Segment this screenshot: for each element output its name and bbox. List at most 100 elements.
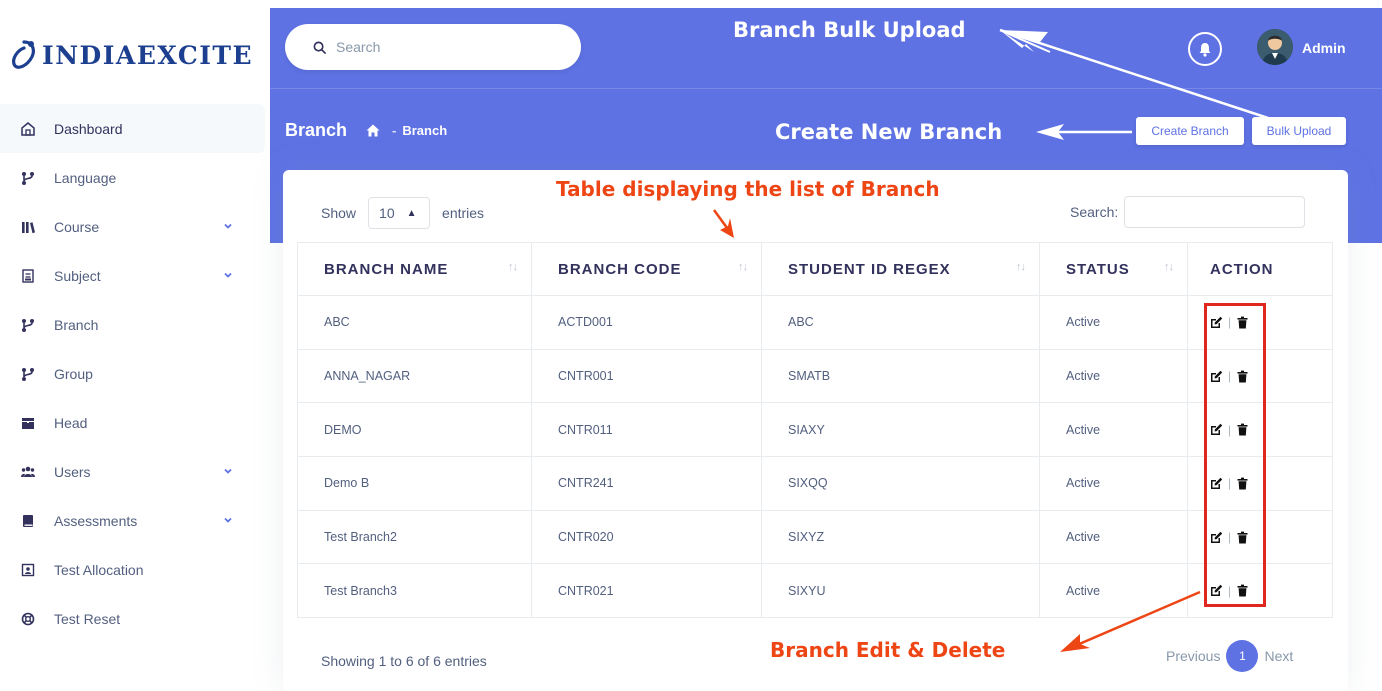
cell-branch-code: CNTR241 [531, 456, 762, 511]
sidebar-item-label: Course [54, 218, 100, 235]
brand-name: INDIAEXCITE [42, 40, 254, 70]
sort-icon: ↑↓ [738, 261, 748, 273]
table-search-input[interactable] [1124, 196, 1306, 228]
sidebar-item-users[interactable]: Users [0, 447, 265, 496]
sidebar-nav: Dashboard Language Course Subject Branch Grou… [0, 104, 265, 643]
search-input[interactable]: Search [285, 24, 581, 70]
cell-student-id-regex: SIXQQ [761, 456, 1040, 511]
table-row: ANNA_NAGAR CNTR001 SMATB Active | [297, 348, 1333, 404]
sidebar-item-label: Assessments [54, 512, 138, 529]
cell-student-id-regex: SIXYZ [761, 509, 1040, 565]
cell-branch-name: Demo B [297, 456, 532, 511]
document-icon [20, 268, 36, 284]
entries-value: 10 [379, 205, 395, 221]
sidebar-item-test-reset[interactable]: Test Reset [0, 594, 265, 643]
cell-status: Active [1039, 295, 1188, 350]
cell-branch-code: CNTR011 [531, 402, 762, 458]
cell-branch-code: CNTR020 [531, 509, 762, 565]
sidebar-item-test-allocation[interactable]: Test Allocation [0, 545, 265, 594]
search-icon [313, 41, 326, 54]
sidebar-item-subject[interactable]: Subject [0, 251, 265, 300]
previous-button[interactable]: Previous [1166, 648, 1220, 664]
cell-branch-name: Test Branch2 [297, 509, 532, 565]
column-header-branch-name[interactable]: BRANCH NAME ↑↓ [297, 242, 532, 296]
cell-student-id-regex: SIXYU [761, 563, 1040, 619]
table-row: Demo B CNTR241 SIXQQ Active | [297, 456, 1333, 511]
chevron-down-icon[interactable] [222, 465, 234, 477]
cell-status: Active [1039, 348, 1188, 404]
notification-button[interactable] [1188, 32, 1222, 66]
books-icon [20, 219, 36, 235]
sidebar-item-label: Head [54, 414, 88, 431]
avatar[interactable] [1257, 29, 1293, 65]
branch-icon [20, 170, 36, 186]
table-row: Test Branch3 CNTR021 SIXYU Active | [297, 563, 1333, 619]
create-branch-button[interactable]: Create Branch [1136, 117, 1244, 145]
sort-icon: ↑↓ [1016, 261, 1026, 273]
entries-select[interactable]: 10 ▲︎ [368, 197, 431, 229]
logo-icon [12, 40, 35, 69]
table-header-row: BRANCH NAME ↑↓ BRANCH CODE ↑↓ STUDENT ID R… [297, 242, 1333, 296]
cell-branch-code: ACTD001 [531, 295, 762, 350]
sidebar-item-assessments[interactable]: Assessments [0, 496, 265, 545]
sidebar-item-group[interactable]: Group [0, 349, 265, 398]
sort-updown-icon: ▲︎ [406, 207, 417, 219]
sidebar-item-label: Language [54, 169, 117, 186]
cell-branch-name: ANNA_NAGAR [297, 348, 532, 404]
annotation-edit-delete: Branch Edit & Delete [770, 638, 1006, 662]
cell-status: Active [1039, 563, 1188, 619]
bulk-upload-button[interactable]: Bulk Upload [1252, 117, 1346, 145]
home-icon[interactable] [366, 124, 380, 137]
page-title: Branch [285, 120, 348, 140]
avatar-image [1257, 29, 1293, 65]
sidebar-item-dashboard[interactable]: Dashboard [0, 104, 265, 153]
cell-branch-code: CNTR021 [531, 563, 762, 619]
contact-icon [20, 562, 36, 578]
chevron-down-icon[interactable] [222, 514, 234, 526]
next-button[interactable]: Next [1264, 648, 1293, 664]
table-row: ABC ACTD001 ABC Active | [297, 295, 1333, 350]
users-icon [20, 464, 36, 480]
home-icon [20, 121, 36, 137]
cell-student-id-regex: ABC [761, 295, 1040, 350]
annotation-create-new: Create New Branch [775, 120, 1003, 144]
sidebar-item-label: Branch [54, 316, 99, 333]
branch-table-card: Show 10 ▲︎ entries Search: BRANCH NAME ↑↓… [283, 170, 1348, 691]
book-icon [20, 513, 36, 529]
cell-status: Active [1039, 402, 1188, 458]
user-name[interactable]: Admin [1302, 40, 1346, 56]
table-info: Showing 1 to 6 of 6 entries [321, 653, 487, 669]
header-divider [270, 88, 1382, 89]
sidebar-item-label: Test Allocation [54, 561, 144, 578]
page-number-button[interactable]: 1 [1226, 640, 1259, 672]
table-row: DEMO CNTR011 SIAXY Active | [297, 402, 1333, 458]
cell-branch-name: DEMO [297, 402, 532, 458]
sidebar-item-course[interactable]: Course [0, 202, 265, 251]
cell-branch-code: CNTR001 [531, 348, 762, 404]
sidebar-item-language[interactable]: Language [0, 153, 265, 202]
annotation-table-list: Table displaying the list of Branch [556, 177, 940, 201]
sort-icon: ↑↓ [508, 261, 518, 273]
cell-status: Active [1039, 509, 1188, 565]
sidebar-item-head[interactable]: Head [0, 398, 265, 447]
sidebar: INDIAEXCITE Dashboard Language Course Subje… [0, 0, 270, 691]
bell-icon [1199, 42, 1211, 57]
sidebar-item-label: Dashboard [54, 120, 123, 137]
chevron-down-icon[interactable] [222, 220, 234, 232]
chevron-down-icon[interactable] [222, 269, 234, 281]
column-header-branch-code[interactable]: BRANCH CODE ↑↓ [531, 242, 762, 296]
cell-branch-name: Test Branch3 [297, 563, 532, 619]
sidebar-item-label: Group [54, 365, 93, 382]
table-search: Search: [1070, 196, 1306, 228]
brand-logo[interactable]: INDIAEXCITE [10, 38, 253, 72]
sidebar-item-branch[interactable]: Branch [0, 300, 265, 349]
column-header-student-id-regex[interactable]: STUDENT ID REGEX ↑↓ [761, 242, 1040, 296]
sidebar-item-label: Users [54, 463, 91, 480]
entries-control: Show 10 ▲︎ entries [321, 197, 484, 229]
sidebar-item-label: Test Reset [54, 610, 121, 627]
cell-student-id-regex: SMATB [761, 348, 1040, 404]
cell-status: Active [1039, 456, 1188, 511]
column-header-status[interactable]: STATUS ↑↓ [1039, 242, 1188, 296]
branch-icon [20, 366, 36, 382]
table-row: Test Branch2 CNTR020 SIXYZ Active | [297, 509, 1333, 565]
